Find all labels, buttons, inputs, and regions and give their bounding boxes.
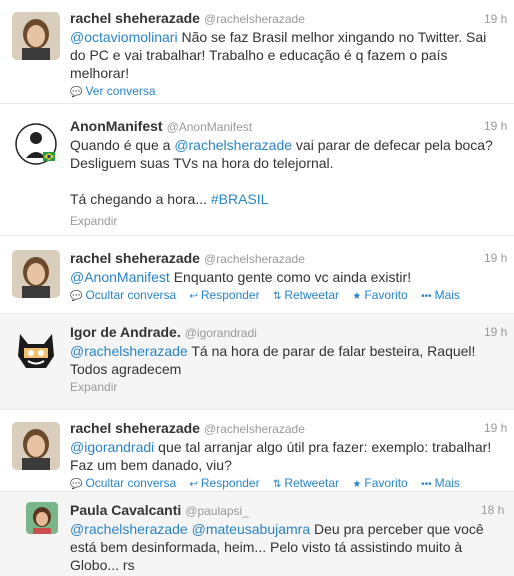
tweet-time[interactable]: 19 h bbox=[484, 119, 507, 133]
author-name[interactable]: rachel sheherazade bbox=[70, 10, 200, 26]
tweet-6[interactable]: Paula Cavalcanti @paulapsi_ 18 h @rachels… bbox=[0, 492, 514, 576]
mention-link[interactable]: @AnonManifest bbox=[70, 269, 170, 285]
reply-icon: ↩ bbox=[189, 479, 198, 490]
avatar[interactable] bbox=[12, 326, 60, 374]
tweet-time[interactable]: 19 h bbox=[484, 325, 507, 339]
mention-link[interactable]: @rachelsherazade bbox=[70, 521, 188, 537]
retweet-icon: ⇅ bbox=[272, 479, 282, 490]
author-handle[interactable]: @rachelsherazade bbox=[204, 252, 305, 266]
more-button[interactable]: ••• Mais bbox=[421, 476, 460, 490]
tweet-author[interactable]: rachel sheherazade @rachelsherazade bbox=[70, 10, 305, 26]
reply-button[interactable]: ↩ Responder bbox=[190, 288, 260, 302]
star-icon: ★ bbox=[352, 291, 362, 302]
retweet-button[interactable]: ⇅ Retweetar bbox=[273, 288, 339, 302]
tweet-text: Quando é que a @rachelsherazade vai para… bbox=[70, 137, 493, 207]
mention-link[interactable]: @rachelsherazade bbox=[174, 137, 292, 153]
expand-link[interactable]: Expandir bbox=[70, 380, 117, 394]
star-icon: ★ bbox=[352, 479, 362, 490]
speech-bubble-icon: 💬 bbox=[70, 291, 83, 302]
tweet-time[interactable]: 19 h bbox=[484, 251, 507, 265]
view-conversation-button[interactable]: 💬 Ver conversa bbox=[70, 84, 156, 98]
author-handle[interactable]: @paulapsi_ bbox=[185, 504, 249, 518]
reply-button[interactable]: ↩ Responder bbox=[190, 476, 260, 490]
tweet-author[interactable]: Igor de Andrade. @igorandradi bbox=[70, 324, 257, 340]
tweet-actions: 💬 Ver conversa bbox=[70, 84, 166, 98]
author-name[interactable]: AnonManifest bbox=[70, 118, 163, 134]
expand-link[interactable]: Expandir bbox=[70, 214, 117, 228]
tweet-text: @rachelsherazade Tá na hora de parar de … bbox=[70, 343, 476, 377]
avatar[interactable] bbox=[12, 250, 60, 298]
tweet-time[interactable]: 19 h bbox=[484, 421, 507, 435]
author-name[interactable]: Igor de Andrade. bbox=[70, 324, 181, 340]
author-name[interactable]: rachel sheherazade bbox=[70, 420, 200, 436]
speech-bubble-icon: 💬 bbox=[70, 87, 83, 98]
mention-link[interactable]: @octaviomolinari bbox=[70, 29, 178, 45]
retweet-icon: ⇅ bbox=[272, 291, 282, 302]
favorite-button[interactable]: ★ Favorito bbox=[352, 288, 407, 302]
tweet-text: @octaviomolinari Não se faz Brasil melho… bbox=[70, 29, 487, 81]
hashtag-link[interactable]: #BRASIL bbox=[211, 191, 269, 207]
author-name[interactable]: Paula Cavalcanti bbox=[70, 502, 181, 518]
speech-bubble-icon: 💬 bbox=[70, 479, 83, 490]
author-name[interactable]: rachel sheherazade bbox=[70, 250, 200, 266]
more-button[interactable]: ••• Mais bbox=[421, 288, 460, 302]
tweet-time[interactable]: 18 h bbox=[481, 503, 504, 517]
mention-link[interactable]: @igorandradi bbox=[70, 439, 154, 455]
avatar[interactable] bbox=[12, 422, 60, 470]
tweet-author[interactable]: Paula Cavalcanti @paulapsi_ bbox=[70, 502, 249, 518]
hide-conversation-button[interactable]: 💬 Ocultar conversa bbox=[70, 288, 176, 302]
tweet-actions: 💬 Ocultar conversa ↩ Responder ⇅ Retweetar … bbox=[70, 288, 470, 302]
tweet-actions: 💬 Ocultar conversa ↩ Responder ⇅ Retweetar … bbox=[70, 476, 470, 490]
reply-icon: ↩ bbox=[189, 291, 198, 302]
ellipsis-icon: ••• bbox=[421, 479, 432, 490]
tweet-author[interactable]: AnonManifest @AnonManifest bbox=[70, 118, 252, 134]
tweet-time[interactable]: 19 h bbox=[484, 12, 507, 26]
tweet-text: @rachelsherazade @mateusabujamra Deu pra… bbox=[70, 521, 484, 573]
hide-conversation-button[interactable]: 💬 Ocultar conversa bbox=[70, 476, 176, 490]
retweet-button[interactable]: ⇅ Retweetar bbox=[273, 476, 339, 490]
author-handle[interactable]: @AnonManifest bbox=[167, 120, 253, 134]
tweet-1[interactable]: rachel sheherazade @rachelsherazade 19 h … bbox=[0, 0, 514, 104]
avatar[interactable] bbox=[12, 12, 60, 60]
tweet-3[interactable]: rachel sheherazade @rachelsherazade 19 h … bbox=[0, 236, 514, 314]
mention-link[interactable]: @mateusabujamra bbox=[192, 521, 311, 537]
tweet-text: @igorandradi que tal arranjar algo útil … bbox=[70, 439, 492, 473]
mention-link[interactable]: @rachelsherazade bbox=[70, 343, 188, 359]
favorite-button[interactable]: ★ Favorito bbox=[352, 476, 407, 490]
avatar[interactable] bbox=[12, 120, 60, 168]
tweet-2[interactable]: AnonManifest @AnonManifest 19 h Quando é … bbox=[0, 104, 514, 236]
ellipsis-icon: ••• bbox=[421, 291, 432, 302]
author-handle[interactable]: @igorandradi bbox=[185, 326, 257, 340]
tweet-text: @AnonManifest Enquanto gente como vc ain… bbox=[70, 269, 412, 285]
tweet-5[interactable]: rachel sheherazade @rachelsherazade 19 h … bbox=[0, 410, 514, 492]
tweet-author[interactable]: rachel sheherazade @rachelsherazade bbox=[70, 420, 305, 436]
author-handle[interactable]: @rachelsherazade bbox=[204, 422, 305, 436]
tweet-author[interactable]: rachel sheherazade @rachelsherazade bbox=[70, 250, 305, 266]
author-handle[interactable]: @rachelsherazade bbox=[204, 12, 305, 26]
avatar[interactable] bbox=[26, 502, 58, 534]
tweet-4[interactable]: Igor de Andrade. @igorandradi 19 h @rache… bbox=[0, 314, 514, 410]
